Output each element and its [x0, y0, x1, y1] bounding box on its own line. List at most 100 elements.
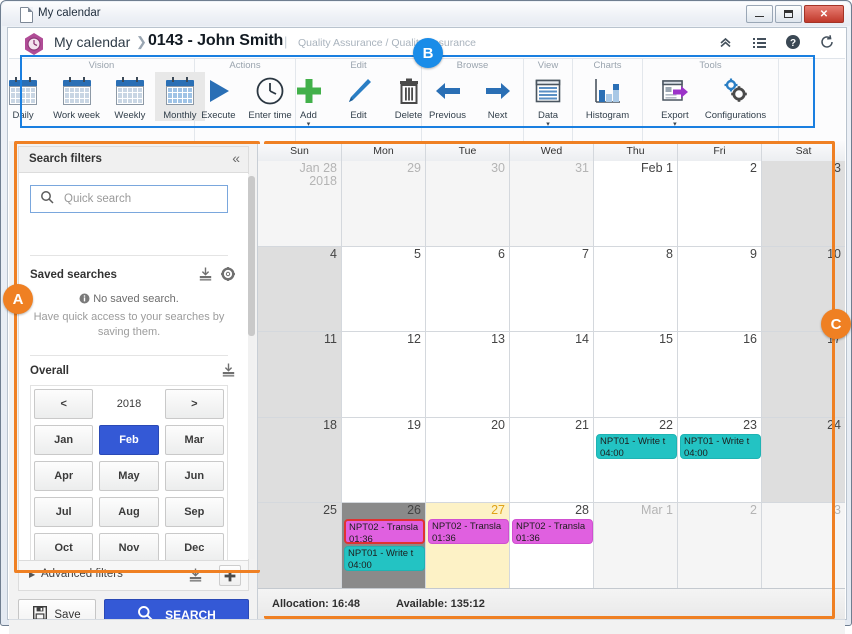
breadcrumb-root[interactable]: My calendar — [54, 34, 130, 50]
calendar-day-cell[interactable]: 18 — [258, 417, 342, 503]
ribbon-button-export[interactable]: Export ▾ — [650, 72, 700, 128]
calendar-day-cell[interactable]: 29 — [342, 161, 426, 246]
calendar-week-row: 11 12 13 14 15 16 17 — [258, 332, 845, 418]
calendar-day-cell[interactable]: 31 — [510, 161, 594, 246]
ribbon-button-data[interactable]: Data ▾ — [523, 72, 573, 128]
ribbon-button-daily[interactable]: Daily — [0, 72, 48, 121]
calendar-day-cell[interactable]: 19 — [342, 417, 426, 503]
month-button-feb[interactable]: Feb — [99, 425, 159, 455]
month-button-jan[interactable]: Jan — [34, 425, 94, 455]
calendar-day-cell[interactable]: 17 — [762, 332, 845, 417]
ribbon-button-previous[interactable]: Previous — [423, 72, 473, 121]
calendar-day-cell[interactable]: 21 — [510, 417, 594, 503]
calendar-event[interactable]: NPT01 - Write t 04:00 — [596, 433, 677, 459]
ribbon-button-label: Edit — [350, 110, 367, 121]
ribbon-button-configurations[interactable]: Configurations — [700, 72, 771, 121]
ribbon-button-work-week[interactable]: Work week — [48, 72, 105, 121]
collapse-ribbon-icon[interactable] — [716, 33, 734, 51]
calendar-day-cell[interactable]: 22 NPT01 - Write t 04:00 — [594, 417, 678, 503]
year-label[interactable]: 2018 — [99, 389, 159, 419]
maximize-button[interactable] — [775, 5, 802, 23]
quick-search-box[interactable] — [30, 185, 228, 213]
ribbon-button-next[interactable]: Next — [473, 72, 523, 121]
calendar-day-cell[interactable]: 20 — [426, 417, 510, 503]
ribbon-button-add[interactable]: Add ▾ — [284, 72, 334, 128]
month-button-apr[interactable]: Apr — [34, 461, 94, 491]
calendar-day-cell[interactable]: 4 — [258, 246, 342, 332]
advanced-filters-row[interactable]: ▶ Advanced filters — [18, 561, 249, 591]
month-button-mar[interactable]: Mar — [164, 425, 224, 455]
calendar-event[interactable]: NPT02 - Transla 01:36 — [428, 519, 509, 545]
chevron-down-icon[interactable]: ▾ — [546, 121, 550, 128]
help-icon[interactable]: ? — [784, 33, 802, 51]
import-advanced-icon[interactable] — [189, 568, 202, 587]
ribbon-button-histogram[interactable]: Histogram — [581, 72, 634, 121]
minimize-button[interactable] — [746, 5, 773, 23]
quick-search-input[interactable] — [62, 192, 216, 206]
month-button-oct[interactable]: Oct — [34, 533, 94, 560]
calendar-day-cell[interactable]: 2 — [678, 161, 762, 246]
calendar-day-cell[interactable]: 28 NPT02 - Transla 01:36 — [510, 503, 594, 588]
calendar-day-cell[interactable]: 23 NPT01 - Write t 04:00 — [678, 417, 762, 503]
calendar-day-cell[interactable]: 3 — [762, 161, 845, 246]
next-year-button[interactable]: > — [164, 389, 224, 419]
ribbon-button-weekly[interactable]: Weekly — [105, 72, 155, 121]
gear-icon[interactable] — [221, 267, 235, 286]
calendar-day-cell[interactable]: 14 — [510, 332, 594, 417]
calendar-event[interactable]: NPT02 - Transla 01:36 — [344, 519, 425, 545]
calendar-day-cell[interactable]: 15 — [594, 332, 678, 417]
calendar-day-cell[interactable]: 8 — [594, 246, 678, 332]
ribbon-group-items: Execute Enter time — [193, 72, 296, 140]
calendar-day-cell[interactable]: 24 — [762, 417, 845, 503]
month-button-jun[interactable]: Jun — [164, 461, 224, 491]
month-button-may[interactable]: May — [99, 461, 159, 491]
sidebar-panel: Saved searches — [18, 172, 249, 561]
refresh-icon[interactable] — [818, 33, 836, 51]
day-number: 16 — [743, 332, 757, 347]
ribbon-button-edit[interactable]: Edit — [334, 72, 384, 121]
month-button-dec[interactable]: Dec — [164, 533, 224, 560]
chevron-down-icon[interactable]: ▾ — [673, 121, 677, 128]
calendar-day-cell[interactable]: 11 — [258, 332, 342, 417]
window-titlebar: My calendar ✕ — [2, 2, 850, 26]
calendar-day-cell[interactable]: 25 — [258, 503, 342, 588]
calendar-day-cell[interactable]: 5 — [342, 246, 426, 332]
calendar-day-cell[interactable]: Feb 1 — [594, 161, 678, 246]
prev-year-button[interactable]: < — [34, 389, 94, 419]
import-overall-icon[interactable] — [222, 363, 235, 382]
day-number: 7 — [582, 246, 589, 261]
calendar-day-cell[interactable]: Mar 1 — [594, 503, 678, 588]
calendar-day-cell[interactable]: 27 NPT02 - Transla 01:36 — [426, 503, 510, 588]
calendar-day-cell[interactable]: 7 — [510, 246, 594, 332]
calendar-event[interactable]: NPT01 - Write t 04:00 — [680, 433, 761, 459]
calendar-day-cell[interactable]: 13 — [426, 332, 510, 417]
calendar-day-cell[interactable]: 2 — [678, 503, 762, 588]
list-menu-icon[interactable] — [750, 33, 768, 51]
chevron-down-icon[interactable]: ▾ — [307, 121, 311, 128]
calendar-day-cell[interactable]: 12 — [342, 332, 426, 417]
collapse-sidebar-icon[interactable]: « — [232, 150, 240, 166]
month-button-sep[interactable]: Sep — [164, 497, 224, 527]
calendar-day-cell[interactable]: 26 NPT02 - Transla 01:36 NPT01 - Write t 04:… — [342, 503, 426, 588]
day-header-wed: Wed — [510, 141, 594, 161]
calendar-day-cell[interactable]: 3 — [762, 503, 845, 588]
calendar-day-cell[interactable]: 6 — [426, 246, 510, 332]
calendar-week-row: 18 19 20 21 22 NPT01 - Write t 04:00 23 NPT01 - … — [258, 417, 845, 504]
import-filter-icon[interactable] — [199, 267, 212, 286]
calendar-event[interactable]: NPT01 - Write t 04:00 — [344, 546, 425, 572]
month-button-aug[interactable]: Aug — [99, 497, 159, 527]
sidebar-scrollbar[interactable] — [248, 174, 255, 559]
ribbon-button-label: Export — [661, 110, 689, 121]
application-window: My calendar ✕ My calendar ❯ 0143 - John … — [0, 0, 852, 634]
calendar-day-cell[interactable]: 30 — [426, 161, 510, 246]
add-filter-button[interactable] — [219, 565, 241, 586]
month-button-jul[interactable]: Jul — [34, 497, 94, 527]
calendar-event[interactable]: NPT02 - Transla 01:36 — [512, 519, 593, 545]
calendar-day-cell[interactable]: 16 — [678, 332, 762, 417]
calendar-day-cell[interactable]: 10 — [762, 246, 845, 332]
close-button[interactable]: ✕ — [804, 5, 844, 23]
calendar-day-cell[interactable]: Jan 28 2018 — [258, 161, 342, 246]
calendar-day-cell[interactable]: 9 — [678, 246, 762, 332]
month-button-nov[interactable]: Nov — [99, 533, 159, 560]
ribbon-button-execute[interactable]: Execute — [193, 72, 243, 121]
